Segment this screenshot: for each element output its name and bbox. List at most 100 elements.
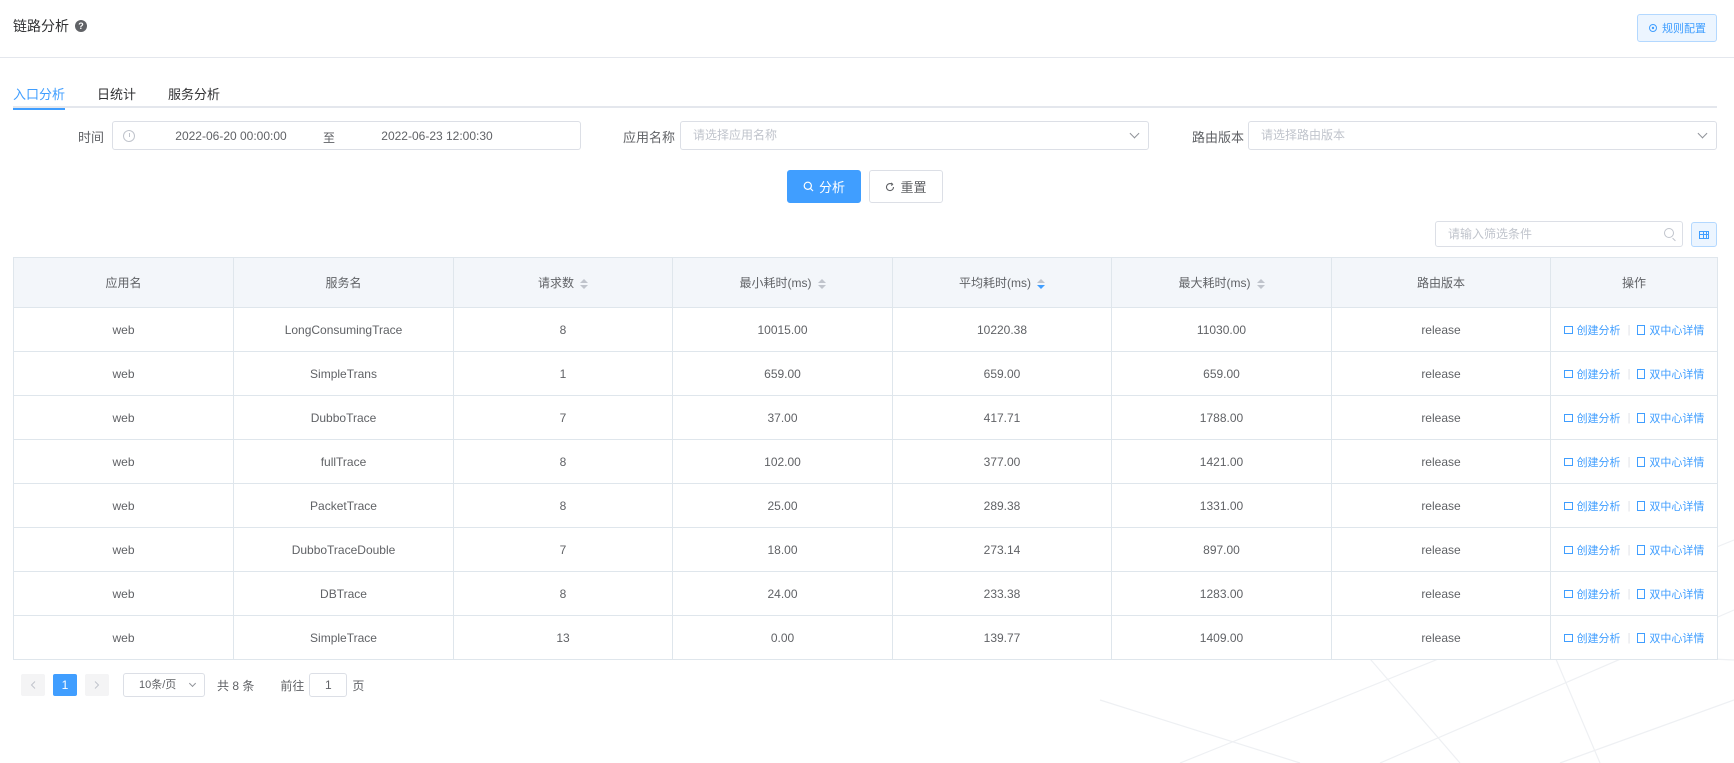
cell-max-latency: 1421.00 xyxy=(1111,439,1332,484)
dual-center-detail-link[interactable]: 双中心详情 xyxy=(1637,322,1704,338)
chevron-down-icon xyxy=(1697,128,1708,139)
chart-icon xyxy=(1563,545,1573,554)
create-analysis-label: 创建分析 xyxy=(1576,544,1621,557)
row-actions: 创建分析 | 双中心详情 xyxy=(1551,366,1717,382)
cell-min-latency: 37.00 xyxy=(672,395,893,440)
dual-center-detail-link[interactable]: 双中心详情 xyxy=(1637,410,1704,426)
dual-center-detail-link[interactable]: 双中心详情 xyxy=(1637,498,1704,514)
cell-min-latency: 102.00 xyxy=(672,439,893,484)
table-header: 应用名 服务名 请求数 最小耗时(ms) 平均耗时(ms) 最大耗时(ms) 路… xyxy=(13,257,1718,308)
create-analysis-link[interactable]: 创建分析 xyxy=(1563,322,1621,338)
create-analysis-label: 创建分析 xyxy=(1576,324,1621,337)
cell-request-count: 7 xyxy=(453,527,673,572)
table-row: web LongConsumingTrace 8 10015.00 10220.38 11… xyxy=(13,307,1718,352)
time-end-value[interactable]: 2022-06-23 12:00:30 xyxy=(377,129,497,143)
page-number-1[interactable]: 1 xyxy=(53,674,77,696)
dual-center-detail-label: 双中心详情 xyxy=(1649,544,1705,557)
sort-descending-icon[interactable] xyxy=(1037,278,1045,289)
col-max-latency-label: 最大耗时(ms) xyxy=(1178,276,1251,290)
document-icon xyxy=(1637,368,1646,379)
dual-center-detail-link[interactable]: 双中心详情 xyxy=(1637,630,1704,646)
col-max-latency[interactable]: 最大耗时(ms) xyxy=(1111,257,1332,308)
table-row: web PacketTrace 8 25.00 289.38 1331.00 release… xyxy=(13,483,1718,528)
cell-avg-latency: 233.38 xyxy=(892,571,1112,616)
action-divider: | xyxy=(1627,543,1631,556)
search-icon[interactable] xyxy=(1664,228,1674,238)
prev-page-button[interactable] xyxy=(21,674,45,696)
time-separator: 至 xyxy=(323,131,336,145)
table-row: web DBTrace 8 24.00 233.38 1283.00 release 创建分析… xyxy=(13,571,1718,616)
cell-request-count: 8 xyxy=(453,571,673,616)
col-avg-latency[interactable]: 平均耗时(ms) xyxy=(892,257,1112,308)
rule-config-button[interactable]: 规则配置 xyxy=(1637,14,1717,42)
page-title: 链路分析 ? xyxy=(13,16,87,36)
create-analysis-link[interactable]: 创建分析 xyxy=(1563,586,1621,602)
chart-icon xyxy=(1563,325,1573,334)
create-analysis-link[interactable]: 创建分析 xyxy=(1563,542,1621,558)
col-avg-latency-label: 平均耗时(ms) xyxy=(959,276,1031,290)
create-analysis-link[interactable]: 创建分析 xyxy=(1563,410,1621,426)
clock-icon xyxy=(123,129,135,142)
chevron-down-icon xyxy=(188,679,197,688)
table-filter-input[interactable]: 请输入筛选条件 xyxy=(1435,221,1683,247)
cell-request-count: 7 xyxy=(453,395,673,440)
cell-actions: 创建分析 | 双中心详情 xyxy=(1550,527,1718,572)
create-analysis-link[interactable]: 创建分析 xyxy=(1563,630,1621,646)
dual-center-detail-link[interactable]: 双中心详情 xyxy=(1637,586,1704,602)
create-analysis-label: 创建分析 xyxy=(1576,588,1621,601)
app-name-select[interactable]: 请选择应用名称 xyxy=(680,121,1149,150)
chart-icon xyxy=(1563,589,1573,598)
dual-center-detail-link[interactable]: 双中心详情 xyxy=(1637,454,1704,470)
chevron-right-icon xyxy=(94,681,100,689)
cell-route-version: release xyxy=(1331,439,1551,484)
cell-app-name: web xyxy=(13,351,234,396)
document-icon xyxy=(1637,456,1646,467)
analyze-button[interactable]: 分析 xyxy=(787,170,861,203)
sort-icon[interactable] xyxy=(817,278,826,289)
sort-icon[interactable] xyxy=(1256,278,1265,289)
cell-actions: 创建分析 | 双中心详情 xyxy=(1550,307,1718,352)
cell-service-name: SimpleTrans xyxy=(233,351,454,396)
create-analysis-link[interactable]: 创建分析 xyxy=(1563,366,1621,382)
cell-actions: 创建分析 | 双中心详情 xyxy=(1550,571,1718,616)
col-min-latency[interactable]: 最小耗时(ms) xyxy=(672,257,893,308)
row-actions: 创建分析 | 双中心详情 xyxy=(1551,498,1717,514)
cell-app-name: web xyxy=(13,615,234,660)
route-version-placeholder: 请选择路由版本 xyxy=(1261,128,1346,142)
chart-icon xyxy=(1563,633,1573,642)
dual-center-detail-link[interactable]: 双中心详情 xyxy=(1637,366,1704,382)
col-app-name: 应用名 xyxy=(13,257,234,308)
document-icon xyxy=(1637,544,1646,555)
cell-max-latency: 1283.00 xyxy=(1111,571,1332,616)
cell-min-latency: 25.00 xyxy=(672,483,893,528)
create-analysis-link[interactable]: 创建分析 xyxy=(1563,454,1621,470)
reset-button[interactable]: 重置 xyxy=(869,170,943,203)
next-page-button[interactable] xyxy=(85,674,109,696)
create-analysis-link[interactable]: 创建分析 xyxy=(1563,498,1621,514)
column-settings-button[interactable] xyxy=(1691,222,1717,247)
row-actions: 创建分析 | 双中心详情 xyxy=(1551,586,1717,602)
dual-center-detail-link[interactable]: 双中心详情 xyxy=(1637,542,1704,558)
tab-service-analysis[interactable]: 服务分析 xyxy=(168,78,220,108)
cell-actions: 创建分析 | 双中心详情 xyxy=(1550,351,1718,396)
cell-route-version: release xyxy=(1331,571,1551,616)
document-icon xyxy=(1637,324,1646,335)
settings-icon xyxy=(1649,24,1657,32)
route-version-select[interactable]: 请选择路由版本 xyxy=(1248,121,1717,150)
tab-daily-stats[interactable]: 日统计 xyxy=(97,78,136,108)
time-start-value[interactable]: 2022-06-20 00:00:00 xyxy=(171,129,291,143)
help-icon[interactable]: ? xyxy=(75,20,87,32)
col-actions-label: 操作 xyxy=(1621,276,1646,290)
page-size-select[interactable]: 10条/页 xyxy=(123,673,205,697)
col-route-version: 路由版本 xyxy=(1331,257,1551,308)
page-jump-input[interactable] xyxy=(309,673,348,697)
col-request-count[interactable]: 请求数 xyxy=(453,257,673,308)
cell-app-name: web xyxy=(13,439,234,484)
cell-max-latency: 11030.00 xyxy=(1111,307,1332,352)
tab-entry-analysis[interactable]: 入口分析 xyxy=(13,78,66,110)
sort-icon[interactable] xyxy=(580,278,588,289)
dual-center-detail-label: 双中心详情 xyxy=(1649,500,1705,513)
cell-min-latency: 24.00 xyxy=(672,571,893,616)
time-label: 时间 xyxy=(78,130,105,145)
time-range-picker[interactable]: 2022-06-20 00:00:00 至 2022-06-23 12:00:3… xyxy=(112,121,581,150)
